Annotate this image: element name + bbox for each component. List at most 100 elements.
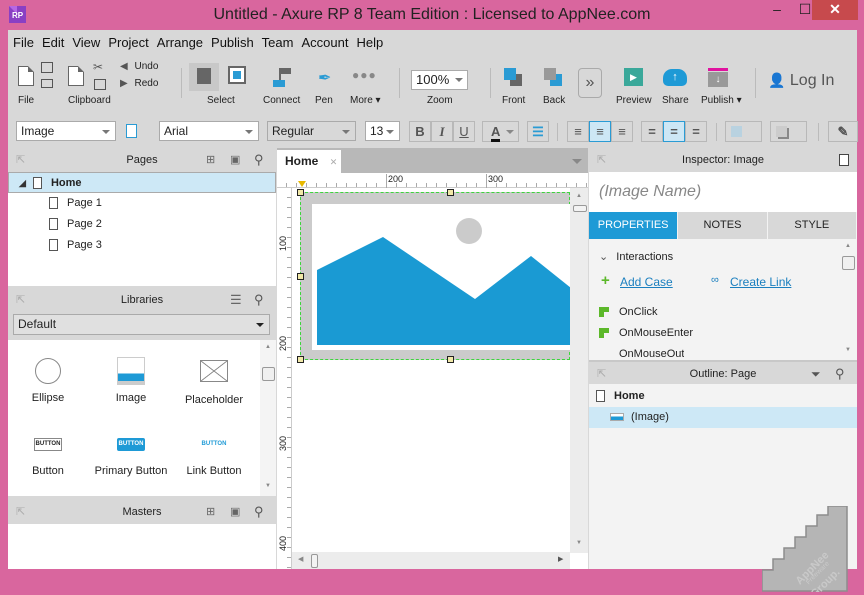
align-center-button[interactable]: ≡ bbox=[589, 121, 611, 142]
outline-page-row[interactable]: Home bbox=[589, 386, 857, 407]
page-item[interactable]: Page 2 bbox=[8, 214, 276, 235]
toolbar-overflow-button[interactable]: » bbox=[578, 68, 602, 98]
widget-link-button[interactable]: BUTTON Link Button bbox=[174, 438, 254, 477]
menu-publish[interactable]: Publish bbox=[211, 35, 260, 50]
canvas-vertical-scrollbar[interactable]: ▲ ▼ bbox=[570, 188, 588, 553]
zoom-select[interactable]: 100% bbox=[411, 70, 468, 90]
library-select[interactable]: Default bbox=[13, 314, 270, 335]
valign-bottom-button[interactable]: = bbox=[685, 121, 707, 142]
align-right-button[interactable]: ≡ bbox=[611, 121, 633, 142]
copy-icon[interactable] bbox=[68, 66, 84, 86]
scroll-thumb[interactable] bbox=[842, 256, 855, 270]
scroll-down-icon[interactable]: ▼ bbox=[265, 483, 271, 489]
scroll-up-icon[interactable]: ▲ bbox=[265, 344, 271, 350]
login-button[interactable]: 👤 Log In bbox=[768, 72, 834, 90]
scroll-down-icon[interactable]: ▼ bbox=[845, 347, 851, 353]
tab-style[interactable]: STYLE bbox=[767, 212, 857, 239]
scroll-down-icon[interactable]: ▼ bbox=[576, 540, 582, 546]
scroll-up-icon[interactable]: ▲ bbox=[845, 243, 851, 249]
select-intersect-button[interactable] bbox=[189, 63, 219, 91]
share-button[interactable]: ↑ Share bbox=[660, 68, 690, 106]
resize-handle[interactable] bbox=[297, 273, 304, 280]
connect-button[interactable]: Connect bbox=[261, 68, 301, 106]
add-page-icon[interactable]: ⊞ bbox=[206, 148, 215, 172]
tab-home[interactable]: Home ✕ bbox=[277, 150, 341, 173]
menu-view[interactable]: View bbox=[72, 35, 106, 50]
select-contain-button[interactable] bbox=[228, 66, 246, 84]
fill-color-button[interactable] bbox=[725, 121, 762, 142]
library-scrollbar[interactable]: ▲ ▼ bbox=[260, 340, 276, 496]
undock-icon[interactable]: ⇱ bbox=[16, 288, 25, 312]
event-onclick[interactable]: OnClick bbox=[599, 306, 658, 318]
paste-icon[interactable] bbox=[94, 79, 106, 90]
underline-button[interactable]: U bbox=[453, 121, 475, 142]
preview-button[interactable]: ▶ Preview bbox=[616, 68, 652, 106]
cut-icon[interactable]: ✂ bbox=[93, 60, 103, 74]
line-color-button[interactable]: ✎ bbox=[828, 121, 858, 142]
tab-properties[interactable]: PROPERTIES bbox=[589, 212, 679, 239]
outline-item-image[interactable]: (Image) bbox=[589, 407, 857, 428]
menu-project[interactable]: Project bbox=[108, 35, 154, 50]
publish-button[interactable]: ↓ Publish ▾ bbox=[700, 68, 742, 106]
style-select[interactable]: Image bbox=[16, 121, 116, 141]
minimize-button[interactable]: – bbox=[763, 0, 791, 20]
add-folder-icon[interactable]: ▣ bbox=[230, 148, 240, 172]
collapse-triangle-icon[interactable]: ◢ bbox=[19, 178, 26, 188]
file-new-button[interactable]: File bbox=[18, 66, 38, 106]
font-family-select[interactable]: Arial bbox=[159, 121, 259, 141]
search-icon[interactable]: ⚲ bbox=[835, 362, 845, 386]
more-button[interactable]: ●●● More ▾ bbox=[348, 68, 384, 106]
menu-team[interactable]: Team bbox=[262, 35, 300, 50]
open-folder-icon[interactable] bbox=[41, 79, 53, 88]
search-icon[interactable]: ⚲ bbox=[254, 148, 264, 172]
widget-image[interactable]: Image bbox=[91, 357, 171, 404]
save-icon[interactable] bbox=[41, 62, 53, 73]
add-case-link[interactable]: Add Case bbox=[620, 275, 673, 289]
undock-icon[interactable]: ⇱ bbox=[16, 148, 25, 172]
canvas-horizontal-scrollbar[interactable]: ◀ ▶ bbox=[292, 552, 570, 569]
scroll-left-icon[interactable]: ◀ bbox=[298, 555, 303, 563]
font-weight-select[interactable]: Regular bbox=[267, 121, 356, 141]
rotate-handle-icon[interactable] bbox=[298, 181, 306, 187]
resize-handle[interactable] bbox=[297, 189, 304, 196]
inspector-scrollbar[interactable]: ▲ ▼ bbox=[840, 239, 857, 359]
close-button[interactable]: ✕ bbox=[812, 0, 858, 20]
font-size-select[interactable]: 13 bbox=[365, 121, 400, 141]
scroll-thumb[interactable] bbox=[573, 205, 587, 212]
align-left-button[interactable]: ≡ bbox=[567, 121, 589, 142]
bold-button[interactable]: B bbox=[409, 121, 431, 142]
send-back-button[interactable]: Back bbox=[540, 68, 568, 106]
scroll-up-icon[interactable]: ▲ bbox=[576, 193, 582, 199]
resize-handle[interactable] bbox=[297, 356, 304, 363]
tab-notes[interactable]: NOTES bbox=[678, 212, 768, 239]
font-color-button[interactable]: A bbox=[482, 121, 519, 142]
menu-arrange[interactable]: Arrange bbox=[157, 35, 209, 50]
pen-button[interactable]: ✒ Pen bbox=[312, 68, 336, 106]
undock-icon[interactable]: ⇱ bbox=[16, 500, 25, 524]
page-item[interactable]: Page 3 bbox=[8, 235, 276, 256]
search-icon[interactable]: ⚲ bbox=[254, 500, 264, 524]
menu-help[interactable]: Help bbox=[356, 35, 389, 50]
interactions-section[interactable]: ⌄ Interactions bbox=[599, 250, 673, 263]
resize-handle[interactable] bbox=[447, 356, 454, 363]
menu-file[interactable]: File bbox=[13, 35, 40, 50]
format-painter-icon[interactable] bbox=[126, 124, 137, 138]
valign-top-button[interactable]: = bbox=[641, 121, 663, 142]
bring-front-button[interactable]: Front bbox=[500, 68, 528, 106]
page-item-home[interactable]: ◢ Home bbox=[8, 172, 276, 193]
redo-button[interactable]: ▶ Redo bbox=[120, 78, 158, 89]
add-folder-icon[interactable]: ▣ bbox=[230, 500, 240, 524]
widget-name-field[interactable]: (Image Name) bbox=[589, 172, 857, 212]
undock-icon[interactable]: ⇱ bbox=[597, 362, 606, 386]
tabs-dropdown-icon[interactable] bbox=[572, 159, 582, 164]
resize-handle[interactable] bbox=[447, 189, 454, 196]
widget-ellipse[interactable]: Ellipse bbox=[8, 358, 88, 404]
event-onmouseenter[interactable]: OnMouseEnter bbox=[599, 327, 693, 339]
page-item[interactable]: Page 1 bbox=[8, 193, 276, 214]
bullet-list-button[interactable]: ☰ bbox=[527, 121, 549, 142]
scroll-right-icon[interactable]: ▶ bbox=[558, 555, 563, 563]
add-master-icon[interactable]: ⊞ bbox=[206, 500, 215, 524]
page-properties-icon[interactable] bbox=[839, 154, 849, 166]
valign-middle-button[interactable]: = bbox=[663, 121, 685, 142]
event-onmouseout[interactable]: OnMouseOut bbox=[619, 348, 684, 360]
